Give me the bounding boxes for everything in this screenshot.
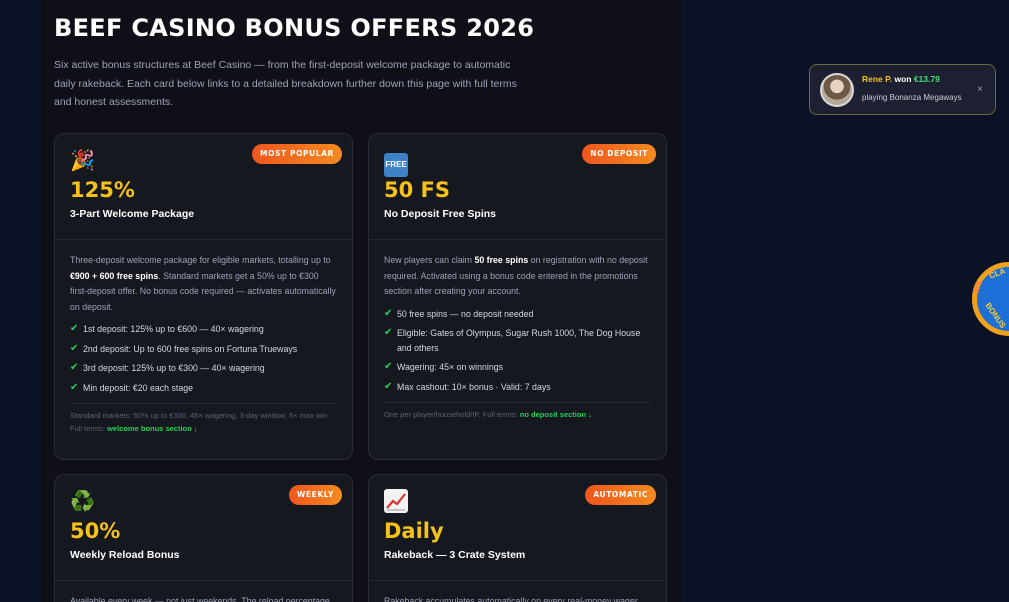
check-icon: ✔ [70, 342, 79, 354]
free-icon: FREE [384, 153, 408, 177]
list-item: ✔ Wagering: 45× on winnings [384, 360, 651, 375]
card-headline: 125% [70, 178, 135, 202]
card-body: New players can claim 50 free spins on r… [369, 240, 666, 422]
desc-highlight: 50 free spins [474, 255, 529, 265]
card-description: Available every week — not just weekends… [70, 596, 330, 602]
bonus-card-welcome[interactable]: MOST POPULAR 🎉 125% 3-Part Welcome Packa… [54, 133, 353, 460]
desc-part: Three-deposit welcome package for eligib… [70, 255, 331, 265]
card-header: NO DEPOSIT FREE 50 FS No Deposit Free Sp… [369, 134, 666, 240]
footnote-text: One per player/household/IP. Full terms: [384, 410, 520, 419]
close-icon[interactable]: × [977, 84, 983, 95]
welcome-bonus-link[interactable]: welcome bonus section ↓ [107, 424, 197, 433]
wheel-text-side: $$$ [971, 279, 985, 296]
win-amount: €13.79 [913, 74, 940, 84]
list-item-text: 2nd deposit: Up to 600 free spins on For… [83, 343, 298, 354]
bonus-card-rakeback[interactable]: AUTOMATIC Daily Rakeback — 3 Crate Syste… [368, 474, 667, 602]
wheel-text-right: BONUS [983, 301, 1008, 330]
card-description: Three-deposit welcome package for eligib… [70, 253, 337, 315]
card-footnote: One per player/household/IP. Full terms:… [384, 402, 651, 422]
check-icon: ✔ [384, 327, 393, 338]
list-item-text: 3rd deposit: 125% up to €300 — 40× wager… [83, 363, 265, 373]
list-item: ✔ 2nd deposit: Up to 600 free spins on Fo… [70, 342, 337, 357]
check-icon: ✔ [70, 362, 79, 373]
badge-most-popular: MOST POPULAR [252, 144, 342, 164]
win-message: Rene P. won €13.79 [862, 74, 940, 84]
list-item-text: 1st deposit: 125% up to €600 — 40× wager… [83, 324, 264, 334]
list-item-text: Eligible: Gates of Olympus, Sugar Rush 1… [397, 328, 641, 353]
card-footnote: Standard markets: 50% up to €300, 45× wa… [70, 403, 337, 435]
winner-name: Rene P. [862, 74, 893, 84]
check-icon: ✔ [70, 381, 79, 393]
list-item-text: Wagering: 45× on winnings [397, 362, 504, 372]
list-item: ✔ 3rd deposit: 125% up to €300 — 40× wage… [70, 361, 337, 376]
card-description: Rakeback accumulates automatically on ev… [384, 596, 638, 602]
card-body: Rakeback accumulates automatically on ev… [369, 581, 666, 602]
page-title: BEEF CASINO BONUS OFFERS 2026 [54, 14, 535, 42]
feature-list: ✔ 50 free spins — no deposit needed ✔ Elig… [384, 307, 651, 395]
win-notification[interactable]: Rene P. won €13.79 playing Bonanza Megaw… [809, 64, 996, 115]
intro-text: Six active bonus structures at Beef Casi… [54, 59, 517, 108]
card-subtitle: No Deposit Free Spins [384, 208, 497, 220]
badge-weekly: WEEKLY [289, 485, 342, 505]
check-icon: ✔ [384, 361, 393, 372]
feature-list: ✔ 1st deposit: 125% up to €600 — 40× wage… [70, 322, 337, 395]
check-icon: ✔ [384, 307, 393, 319]
chart-up-icon [384, 489, 408, 513]
check-icon: ✔ [70, 323, 79, 334]
card-description: New players can claim 50 free spins on r… [384, 253, 651, 300]
card-header: AUTOMATIC Daily Rakeback — 3 Crate Syste… [369, 475, 666, 581]
wheel-text-top: CLA [987, 266, 1007, 281]
desc-highlight: €900 + 600 free spins [70, 270, 159, 281]
avatar [820, 73, 854, 107]
bonus-card-no-deposit[interactable]: NO DEPOSIT FREE 50 FS No Deposit Free Sp… [368, 133, 667, 460]
card-headline: 50% [70, 519, 121, 543]
check-icon: ✔ [384, 380, 393, 392]
card-header: WEEKLY ♻️ 50% Weekly Reload Bonus [55, 475, 352, 581]
list-item-text: 50 free spins — no deposit needed [397, 308, 534, 319]
card-subtitle: 3-Part Welcome Package [70, 208, 195, 220]
list-item-text: Min deposit: €20 each stage [83, 382, 194, 393]
list-item-text: Max cashout: 10× bonus · Valid: 7 days [397, 381, 551, 392]
won-label: won [894, 74, 912, 84]
list-item: ✔ Min deposit: €20 each stage [70, 381, 337, 396]
card-body: Three-deposit welcome package for eligib… [55, 240, 352, 435]
list-item: ✔ 50 free spins — no deposit needed [384, 307, 651, 322]
list-item: ✔ Max cashout: 10× bonus · Valid: 7 days [384, 380, 651, 395]
card-body: Available every week — not just weekends… [55, 581, 352, 602]
bonus-wheel-widget[interactable]: CLA $$$ BONUS [971, 262, 1009, 336]
card-subtitle: Weekly Reload Bonus [70, 549, 180, 561]
card-headline: Daily [384, 519, 444, 543]
card-header: MOST POPULAR 🎉 125% 3-Part Welcome Packa… [55, 134, 352, 240]
card-subtitle: Rakeback — 3 Crate System [384, 549, 526, 561]
desc-part: New players can claim [384, 255, 475, 265]
game-name: playing Bonanza Megaways [862, 93, 962, 102]
badge-automatic: AUTOMATIC [585, 485, 656, 505]
list-item: ✔ 1st deposit: 125% up to €600 — 40× wage… [70, 322, 337, 337]
bonus-card-reload[interactable]: WEEKLY ♻️ 50% Weekly Reload Bonus Availa… [54, 474, 353, 602]
no-deposit-link[interactable]: no deposit section ↓ [520, 410, 592, 419]
list-item: ✔ Eligible: Gates of Olympus, Sugar Rush … [384, 326, 651, 355]
card-headline: 50 FS [384, 178, 451, 202]
badge-no-deposit: NO DEPOSIT [582, 144, 656, 164]
